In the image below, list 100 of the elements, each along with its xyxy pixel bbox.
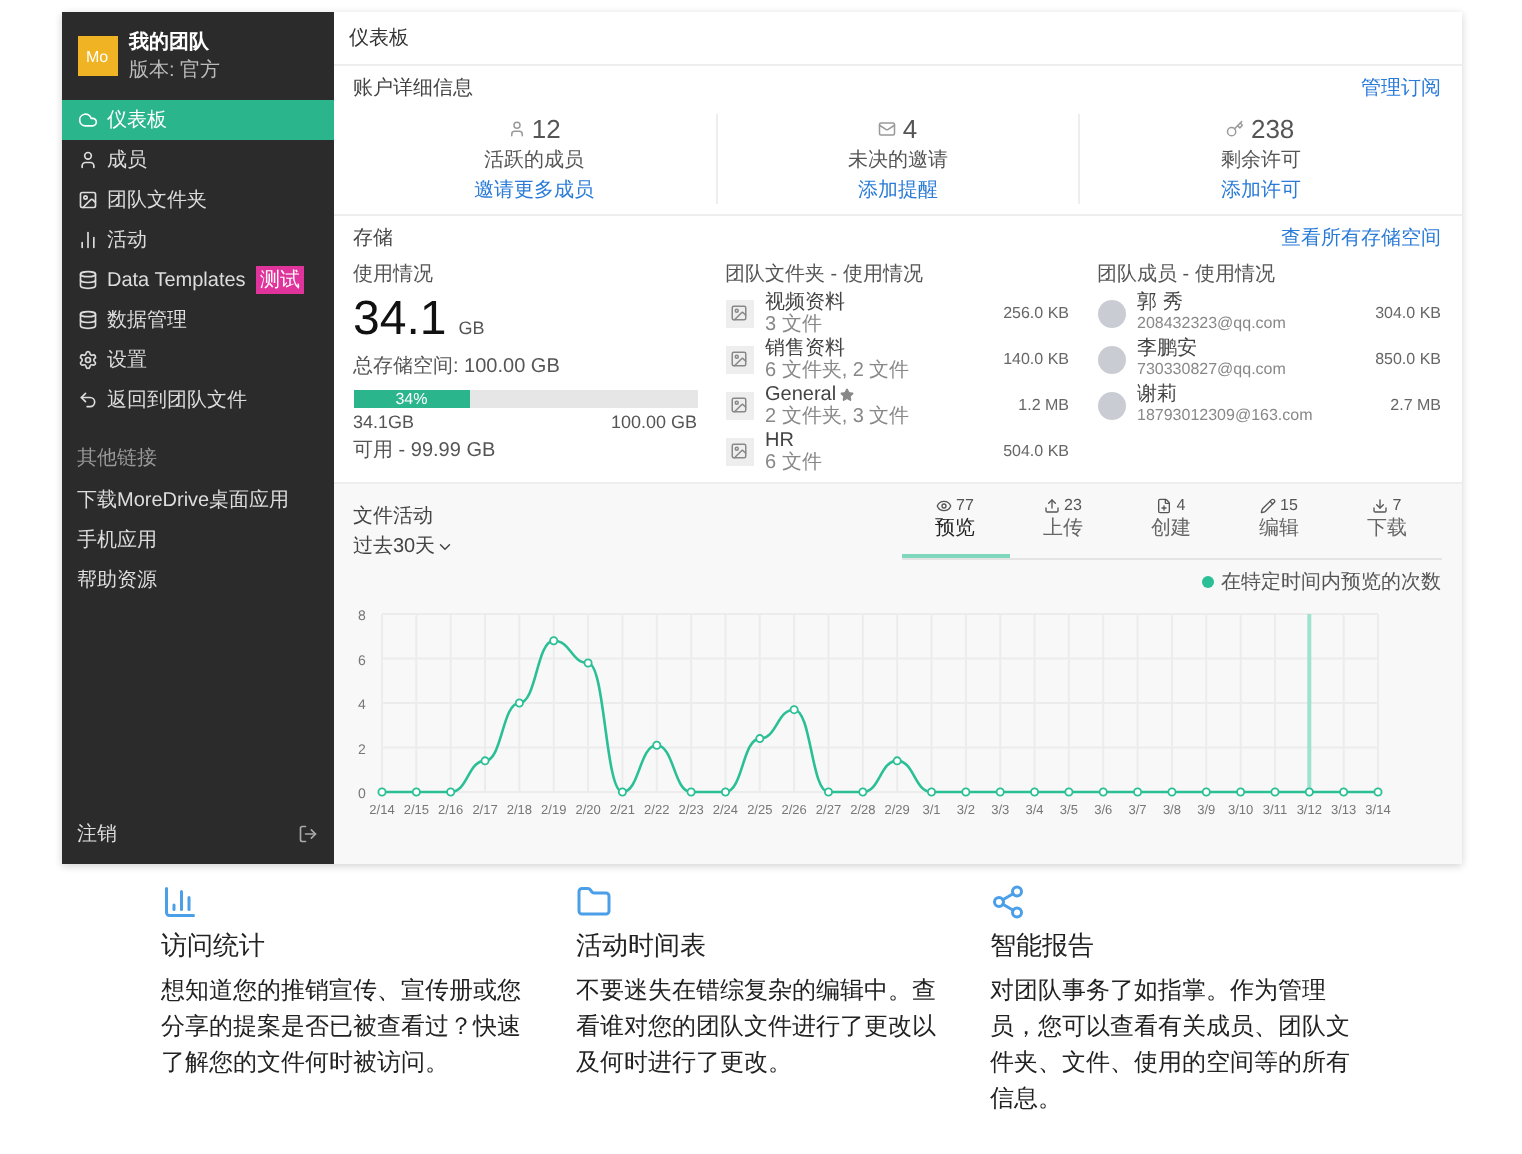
data-point: [548, 636, 558, 646]
sidebar-link[interactable]: 帮助资源: [61, 560, 333, 600]
data-point: [616, 787, 626, 797]
team-name: 我的团队: [129, 29, 211, 56]
total-storage: 总存储空间: 100.00 GB: [353, 353, 562, 380]
data-point: [1303, 787, 1313, 797]
stat-label: 剩余许可: [1220, 148, 1301, 174]
stat-value: 4: [878, 114, 918, 144]
data-point: [719, 787, 729, 797]
data-point: [891, 756, 901, 766]
logout-link[interactable]: 注销: [77, 820, 117, 848]
stat-link[interactable]: 邀请更多成员: [474, 176, 595, 204]
stat-link[interactable]: 添加许可: [1220, 176, 1301, 204]
percent-label: 34%: [395, 390, 428, 408]
nav-item[interactable]: 数据管理: [61, 300, 333, 340]
user-icon: [507, 120, 526, 138]
nav-item[interactable]: 设置: [61, 340, 333, 380]
max-label: 100.00 GB: [610, 412, 697, 432]
image-icon: [77, 190, 97, 210]
storage-link[interactable]: 查看所有存储空间: [1281, 224, 1441, 252]
avatar: [1097, 345, 1125, 373]
logout-icon[interactable]: [297, 824, 317, 844]
data-point: [479, 756, 489, 766]
data-point: [1166, 787, 1176, 797]
section-heading: 其他链接: [75, 445, 159, 474]
download-icon: [1372, 497, 1389, 513]
nav-item[interactable]: 活动: [61, 220, 333, 260]
member-size: 304.0 KB: [1375, 304, 1441, 322]
range-dropdown[interactable]: 过去30天: [353, 532, 454, 560]
data-point: [445, 787, 455, 797]
used-label: 34.1GB: [353, 412, 415, 432]
nav-item[interactable]: 返回到团队文件: [61, 380, 333, 420]
file-plus-icon: [1156, 497, 1173, 513]
data-point: [754, 734, 764, 744]
folder-size: 140.0 KB: [1003, 350, 1069, 368]
unit-label: GB: [458, 318, 485, 338]
stat-link[interactable]: 添加提醒: [857, 176, 938, 204]
stat-label: 活跃的成员: [484, 147, 585, 174]
section-title: 账户详细信息: [353, 75, 473, 102]
undo-icon: [77, 390, 97, 410]
beta-badge: 测试: [255, 266, 304, 294]
feature-title: 智能报告: [990, 928, 1097, 964]
column-title: 使用情况: [353, 261, 435, 288]
data-point: [1269, 787, 1279, 797]
data-point: [651, 740, 661, 750]
data-point: [1372, 787, 1382, 797]
feature-text: 对团队事务了如指掌。作为管理员，您可以查看有关成员、团队文件夹、文件、使用的空间等的所有信息。: [990, 974, 1353, 1116]
nav-item[interactable]: Data Templates 测试: [61, 260, 333, 300]
data-point: [1200, 787, 1210, 797]
data-point: [1097, 787, 1107, 797]
data-point: [410, 787, 420, 797]
eye-icon: [936, 497, 953, 513]
member-name: 谢莉: [1137, 384, 1179, 406]
folder-name: General: [765, 383, 1007, 405]
data-point: [1235, 787, 1245, 797]
folder-size: 1.2 MB: [1018, 396, 1069, 414]
folder-icon: [575, 884, 612, 920]
manage-link[interactable]: 管理订阅: [1361, 74, 1441, 102]
data-point: [582, 658, 592, 668]
activity-tab[interactable]: 15 编辑: [1225, 496, 1333, 558]
nav-item[interactable]: 团队文件夹: [61, 180, 333, 220]
data-point: [960, 787, 970, 797]
user-icon: [77, 150, 97, 170]
available-label: 可用 - 99.99 GB: [353, 438, 498, 464]
avatar: [1097, 391, 1125, 419]
sidebar-link[interactable]: 下载MoreDrive桌面应用: [61, 480, 333, 520]
legend-label: 在特定时间内预览的次数: [1221, 569, 1441, 596]
share-icon: [990, 884, 1027, 920]
data-point: [788, 705, 798, 715]
activity-tab[interactable]: 77 预览: [901, 496, 1009, 558]
image-icon: [725, 345, 753, 373]
activity-tab[interactable]: 23 上传: [1009, 496, 1117, 558]
feature-text: 想知道您的推销宣传、宣传册或您分享的提案是否已被查看过？快速了解您的文件何时被访问。: [161, 974, 523, 1080]
folder-name: 销售资料: [765, 337, 847, 359]
mail-icon: [878, 120, 897, 138]
feature-title: 访问统计: [161, 928, 267, 964]
member-email: 208432323@qq.com: [1137, 314, 1288, 334]
member-size: 850.0 KB: [1375, 350, 1441, 368]
folder-name: 视频资料: [765, 291, 847, 313]
member-size: 2.7 MB: [1390, 396, 1441, 414]
data-point: [823, 787, 832, 797]
sidebar-link[interactable]: 手机应用: [61, 520, 333, 560]
data-point: [685, 787, 695, 797]
data-point: [994, 787, 1004, 797]
data-point: [926, 787, 935, 797]
activity-tab[interactable]: 4 创建: [1117, 496, 1225, 558]
folder-detail: 3 文件: [765, 313, 824, 335]
folder-detail: 2 文件夹, 3 文件: [765, 405, 912, 427]
team-logo: Mo: [77, 36, 117, 76]
section-title: 文件活动: [353, 506, 433, 528]
folder-detail: 6 文件夹, 2 文件: [765, 359, 912, 381]
bar-chart-icon: [161, 884, 197, 920]
member-email: 730330827@qq.com: [1137, 360, 1288, 380]
nav-item[interactable]: 成员: [61, 140, 333, 180]
page-title: 仪表板: [333, 12, 1461, 66]
folder-detail: 6 文件: [765, 451, 824, 473]
activity-tab[interactable]: 7 下载: [1333, 496, 1441, 558]
image-icon: [725, 299, 753, 327]
data-point: [857, 787, 867, 797]
stat-label: 未决的邀请: [847, 147, 948, 174]
